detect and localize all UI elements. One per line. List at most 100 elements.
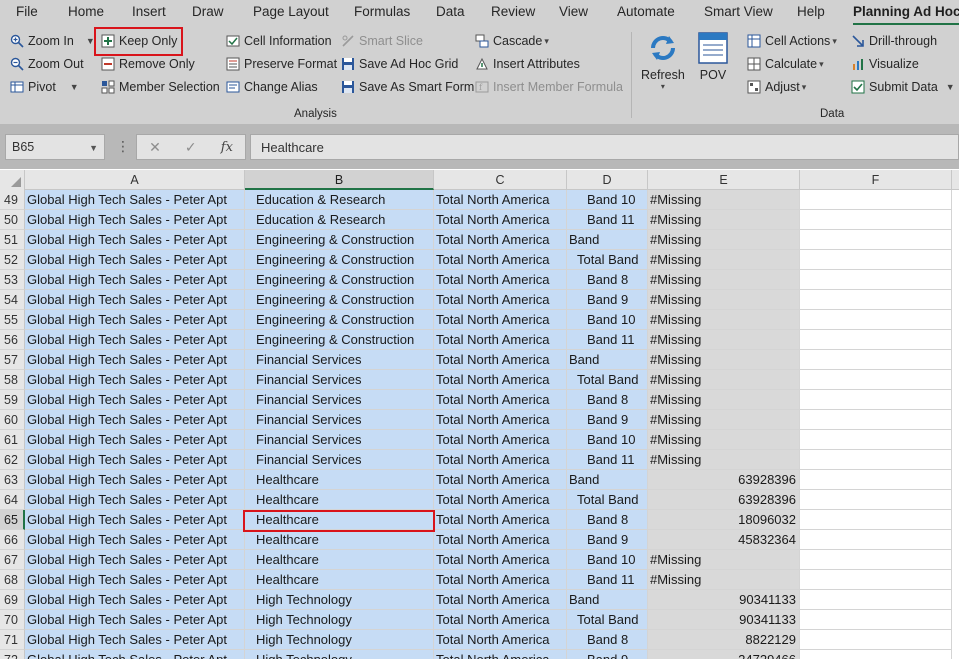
cell-c[interactable]: Total North America	[434, 410, 567, 430]
cell-d[interactable]: Band 10	[567, 550, 648, 570]
cell-c[interactable]: Total North America	[434, 650, 567, 659]
cell-b[interactable]: Healthcare	[245, 550, 434, 570]
cell-d[interactable]: Band 9	[567, 290, 648, 310]
formula-input[interactable]: Healthcare	[250, 134, 959, 160]
cell-d[interactable]: Band	[567, 350, 648, 370]
cell-a[interactable]: Global High Tech Sales - Peter Apt	[25, 290, 245, 310]
remove-only-button[interactable]: Remove Only	[101, 54, 195, 74]
cell-e[interactable]: #Missing	[648, 410, 800, 430]
tab-page-layout[interactable]: Page Layout	[253, 4, 329, 19]
cell-a[interactable]: Global High Tech Sales - Peter Apt	[25, 230, 245, 250]
cell-f[interactable]	[800, 450, 952, 470]
cell-e[interactable]: #Missing	[648, 570, 800, 590]
cell-b[interactable]: High Technology	[245, 610, 434, 630]
insert-function-icon[interactable]: fx	[221, 140, 233, 155]
cell-a[interactable]: Global High Tech Sales - Peter Apt	[25, 590, 245, 610]
chevron-down-icon[interactable]: ▼	[946, 82, 955, 92]
refresh-button[interactable]: Refresh ▾	[641, 30, 685, 91]
cell-f[interactable]	[800, 270, 952, 290]
column-header-e[interactable]: E	[648, 170, 800, 190]
cell-c[interactable]: Total North America	[434, 390, 567, 410]
cell-b[interactable]: High Technology	[245, 630, 434, 650]
row-header[interactable]: 52	[0, 250, 25, 270]
cell-f[interactable]	[800, 530, 952, 550]
calculate-button[interactable]: Calculate ▾	[747, 54, 824, 74]
cell-d[interactable]: Band 11	[567, 330, 648, 350]
cell-f[interactable]	[800, 230, 952, 250]
cell-e[interactable]: #Missing	[648, 290, 800, 310]
cell-f[interactable]	[800, 550, 952, 570]
cell-b[interactable]: Financial Services	[245, 450, 434, 470]
cell-c[interactable]: Total North America	[434, 430, 567, 450]
cell-e[interactable]: #Missing	[648, 370, 800, 390]
tab-review[interactable]: Review	[491, 4, 535, 19]
cell-b[interactable]: Engineering & Construction	[245, 250, 434, 270]
smart-slice-button[interactable]: Smart Slice	[341, 31, 423, 51]
cell-f[interactable]	[800, 310, 952, 330]
zoom-out-button[interactable]: Zoom Out	[10, 54, 84, 74]
select-all-corner[interactable]	[0, 170, 25, 190]
tab-file[interactable]: File	[16, 4, 38, 19]
cell-c[interactable]: Total North America	[434, 490, 567, 510]
cell-d[interactable]: Band 9	[567, 650, 648, 659]
row-header[interactable]: 61	[0, 430, 25, 450]
cell-a[interactable]: Global High Tech Sales - Peter Apt	[25, 250, 245, 270]
submit-data-button[interactable]: Submit Data ▼	[851, 77, 955, 97]
cell-d[interactable]: Band 9	[567, 530, 648, 550]
cell-a[interactable]: Global High Tech Sales - Peter Apt	[25, 370, 245, 390]
cell-f[interactable]	[800, 330, 952, 350]
cell-d[interactable]: Total Band	[567, 490, 648, 510]
cascade-button[interactable]: Cascade ▾	[475, 31, 549, 51]
member-selection-button[interactable]: Member Selection	[101, 77, 220, 97]
cell-c[interactable]: Total North America	[434, 210, 567, 230]
cell-a[interactable]: Global High Tech Sales - Peter Apt	[25, 650, 245, 659]
cell-c[interactable]: Total North America	[434, 530, 567, 550]
cell-a[interactable]: Global High Tech Sales - Peter Apt	[25, 450, 245, 470]
tab-insert[interactable]: Insert	[132, 4, 166, 19]
tab-help[interactable]: Help	[797, 4, 825, 19]
tab-smart-view[interactable]: Smart View	[704, 4, 773, 19]
cell-c[interactable]: Total North America	[434, 370, 567, 390]
cell-e[interactable]: #Missing	[648, 430, 800, 450]
cell-b[interactable]: High Technology	[245, 590, 434, 610]
row-header[interactable]: 49	[0, 190, 25, 210]
column-header-b[interactable]: B	[245, 170, 434, 190]
cell-d[interactable]: Total Band	[567, 250, 648, 270]
cell-c[interactable]: Total North America	[434, 330, 567, 350]
cell-c[interactable]: Total North America	[434, 510, 567, 530]
cell-d[interactable]: Band 8	[567, 630, 648, 650]
cell-a[interactable]: Global High Tech Sales - Peter Apt	[25, 330, 245, 350]
cell-a[interactable]: Global High Tech Sales - Peter Apt	[25, 610, 245, 630]
row-header[interactable]: 64	[0, 490, 25, 510]
cell-f[interactable]	[800, 650, 952, 659]
cell-c[interactable]: Total North America	[434, 190, 567, 210]
cell-a[interactable]: Global High Tech Sales - Peter Apt	[25, 550, 245, 570]
visualize-button[interactable]: Visualize	[851, 54, 919, 74]
pov-button[interactable]: POV	[696, 30, 730, 82]
cell-a[interactable]: Global High Tech Sales - Peter Apt	[25, 390, 245, 410]
cell-f[interactable]	[800, 610, 952, 630]
cell-e[interactable]: #Missing	[648, 210, 800, 230]
cell-b[interactable]: Healthcare	[245, 490, 434, 510]
cell-b[interactable]: Healthcare	[245, 570, 434, 590]
row-header[interactable]: 63	[0, 470, 25, 490]
cell-e[interactable]: 90341133	[648, 610, 800, 630]
cell-d[interactable]: Band 10	[567, 190, 648, 210]
cell-b[interactable]: Financial Services	[245, 430, 434, 450]
cell-c[interactable]: Total North America	[434, 450, 567, 470]
cell-c[interactable]: Total North America	[434, 230, 567, 250]
row-header[interactable]: 71	[0, 630, 25, 650]
cell-a[interactable]: Global High Tech Sales - Peter Apt	[25, 410, 245, 430]
cell-a[interactable]: Global High Tech Sales - Peter Apt	[25, 470, 245, 490]
cell-f[interactable]	[800, 430, 952, 450]
cell-e[interactable]: 90341133	[648, 590, 800, 610]
cell-f[interactable]	[800, 370, 952, 390]
tab-view[interactable]: View	[559, 4, 588, 19]
tab-home[interactable]: Home	[68, 4, 104, 19]
chevron-down-icon[interactable]: ▼	[70, 82, 79, 92]
cell-f[interactable]	[800, 190, 952, 210]
cell-f[interactable]	[800, 570, 952, 590]
cell-b[interactable]: High Technology	[245, 650, 434, 659]
cell-c[interactable]: Total North America	[434, 590, 567, 610]
cell-e[interactable]: #Missing	[648, 550, 800, 570]
